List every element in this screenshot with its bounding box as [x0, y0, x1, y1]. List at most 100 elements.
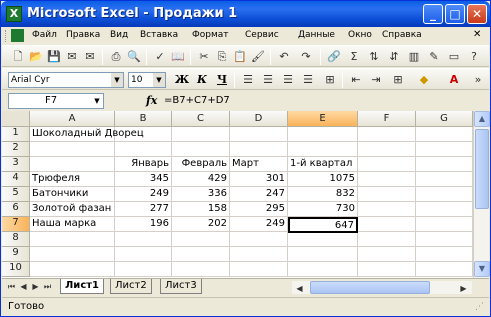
sheet-tab-1[interactable]: Лист1	[60, 279, 104, 294]
chevron-down-icon[interactable]: ▼	[111, 73, 123, 87]
cell-a6[interactable]: Золотой фазан	[30, 202, 115, 217]
grid-cell[interactable]	[230, 142, 288, 157]
merge-center-icon[interactable]: ⊞	[322, 72, 338, 88]
horizontal-scrollbar[interactable]: ◀ ▶	[292, 281, 472, 294]
chevron-down-icon[interactable]: ▼	[91, 94, 103, 108]
grid-cell[interactable]	[416, 262, 473, 277]
sort-descending-icon[interactable]: ⇵	[386, 49, 402, 65]
grid-cell[interactable]	[230, 127, 288, 142]
workbook-icon[interactable]	[11, 29, 24, 42]
grid-cell[interactable]	[416, 247, 473, 262]
grid-cell[interactable]	[115, 247, 172, 262]
cell-d4[interactable]: 301	[230, 172, 288, 187]
grid-cell[interactable]	[416, 127, 473, 142]
select-all-corner[interactable]	[2, 111, 30, 127]
grid-cell[interactable]	[358, 232, 416, 247]
underline-button[interactable]: Ч	[214, 72, 230, 88]
sheet-tab-2[interactable]: Лист2	[110, 279, 152, 294]
sheet-tab-3[interactable]: Лист3	[160, 279, 202, 294]
grid-cell[interactable]	[230, 262, 288, 277]
chart-wizard-icon[interactable]: ▥	[406, 49, 422, 65]
cell-e6[interactable]: 730	[288, 202, 358, 217]
menu-format[interactable]: Формат	[192, 30, 229, 40]
cell-b6[interactable]: 277	[115, 202, 172, 217]
cell-a1[interactable]: Шоколадный Дворец	[30, 127, 144, 142]
grid-cell[interactable]	[172, 142, 230, 157]
borders-icon[interactable]: ⊞	[390, 72, 406, 88]
column-header-c[interactable]: C	[172, 111, 230, 127]
grid-cell[interactable]	[416, 157, 473, 172]
copy-icon[interactable]: ⎘	[214, 49, 230, 65]
menu-file[interactable]: Файл	[32, 30, 57, 40]
zoom-icon[interactable]: ▭	[446, 49, 462, 65]
new-icon[interactable]: 🗋	[10, 49, 26, 65]
scroll-left-icon[interactable]: ◀	[294, 283, 305, 295]
prev-sheet-icon[interactable]: ◀	[18, 281, 29, 293]
permission-icon[interactable]: ✉	[64, 49, 80, 65]
font-size-combo[interactable]: 10 ▼	[128, 72, 166, 88]
chevron-down-icon[interactable]: ▼	[153, 73, 165, 87]
grid-cell[interactable]	[358, 187, 416, 202]
scroll-down-icon[interactable]: ▼	[474, 261, 490, 277]
menu-help[interactable]: Справка	[382, 30, 422, 40]
horizontal-scroll-thumb[interactable]	[310, 281, 430, 294]
cell-a5[interactable]: Батончики	[30, 187, 115, 202]
grid-cell[interactable]	[30, 232, 115, 247]
print-preview-icon[interactable]: 🔍	[126, 49, 142, 65]
email-icon[interactable]: ✉	[82, 49, 98, 65]
grid-cell[interactable]	[288, 127, 358, 142]
row-header-9[interactable]: 9	[2, 247, 30, 262]
row-header-8[interactable]: 8	[2, 232, 30, 247]
menu-data[interactable]: Данные	[298, 30, 335, 40]
title-bar[interactable]: X Microsoft Excel - Продажи 1 _ □ ✕	[1, 1, 490, 27]
formula-input[interactable]: =B7+C7+D7	[164, 95, 230, 106]
grid-cell[interactable]	[358, 142, 416, 157]
grid-cell[interactable]	[416, 142, 473, 157]
vertical-scroll-thumb[interactable]	[475, 129, 489, 209]
grid-cell[interactable]	[416, 172, 473, 187]
cell-d6[interactable]: 295	[230, 202, 288, 217]
cell-c4[interactable]: 429	[172, 172, 230, 187]
grid-cell[interactable]	[358, 247, 416, 262]
grid-cell[interactable]	[416, 202, 473, 217]
vertical-scrollbar[interactable]: ▲ ▼	[473, 111, 490, 278]
open-icon[interactable]: 📂	[28, 49, 44, 65]
workbook-close-icon[interactable]: ✕	[473, 29, 485, 41]
grid-cell[interactable]	[358, 262, 416, 277]
sort-ascending-icon[interactable]: ⇅	[366, 49, 382, 65]
grid-cell[interactable]	[288, 247, 358, 262]
grid-cell[interactable]	[115, 262, 172, 277]
row-header-6[interactable]: 6	[2, 202, 30, 217]
justify-icon[interactable]: ☰	[300, 72, 316, 88]
font-color-icon[interactable]: A	[446, 72, 462, 88]
first-sheet-icon[interactable]: ⏮	[6, 281, 17, 293]
grid-cell[interactable]	[30, 142, 115, 157]
column-header-a[interactable]: A	[30, 111, 115, 127]
undo-icon[interactable]: ↶	[276, 49, 292, 65]
grid-cell[interactable]	[230, 247, 288, 262]
grid-cell[interactable]	[172, 262, 230, 277]
align-left-icon[interactable]: ☰	[240, 72, 256, 88]
grid-cell[interactable]	[30, 157, 115, 172]
cell-c7[interactable]: 202	[172, 217, 230, 232]
cell-a4[interactable]: Трюфеля	[30, 172, 115, 187]
row-header-4[interactable]: 4	[2, 172, 30, 187]
row-header-2[interactable]: 2	[2, 142, 30, 157]
last-sheet-icon[interactable]: ⏭	[42, 281, 53, 293]
drawing-icon[interactable]: ✎	[426, 49, 442, 65]
next-sheet-icon[interactable]: ▶	[30, 281, 41, 293]
font-name-combo[interactable]: Arial Cyr ▼	[8, 72, 124, 88]
column-header-g[interactable]: G	[416, 111, 473, 127]
grid-cell[interactable]	[358, 202, 416, 217]
align-right-icon[interactable]: ☰	[280, 72, 296, 88]
resize-grip-icon[interactable]: ⋰	[475, 302, 487, 314]
grid-cell[interactable]	[358, 172, 416, 187]
grid-cell[interactable]	[172, 127, 230, 142]
menu-view[interactable]: Вид	[110, 30, 128, 40]
increase-indent-icon[interactable]: ⇥	[368, 72, 384, 88]
grid-cell[interactable]	[416, 217, 473, 232]
grid-cell[interactable]	[172, 232, 230, 247]
grid-cell[interactable]	[416, 232, 473, 247]
menu-edit[interactable]: Правка	[66, 30, 100, 40]
name-box[interactable]: F7 ▼	[8, 93, 104, 109]
